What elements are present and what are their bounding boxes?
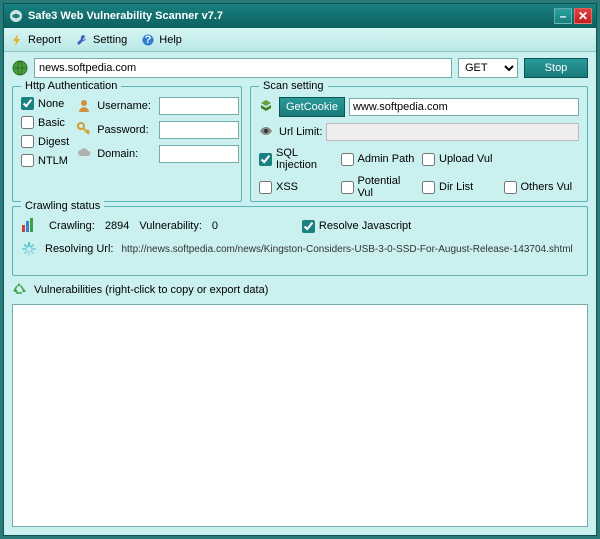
report-label: Report bbox=[28, 34, 61, 46]
basic-checkbox[interactable]: Basic bbox=[21, 116, 69, 129]
app-window: Safe3 Web Vulnerability Scanner v7.7 – ✕… bbox=[3, 3, 597, 536]
help-icon: ? bbox=[141, 33, 155, 47]
password-field[interactable] bbox=[159, 121, 239, 139]
cookie-icon bbox=[259, 99, 275, 115]
cookie-input[interactable] bbox=[349, 98, 579, 116]
ntlm-checkbox[interactable]: NTLM bbox=[21, 154, 69, 167]
crawling-status-fieldset: Crawling status Crawling: 2894 Vulnerabi… bbox=[12, 206, 588, 276]
xss-checkbox[interactable]: XSS bbox=[259, 175, 335, 199]
close-button[interactable]: ✕ bbox=[574, 8, 592, 24]
admin-path-checkbox[interactable]: Admin Path bbox=[341, 147, 417, 171]
password-label: Password: bbox=[97, 124, 155, 136]
key-icon bbox=[77, 122, 93, 138]
vulnerability-count: 0 bbox=[212, 220, 252, 232]
report-button[interactable]: Report bbox=[10, 33, 61, 47]
url-row: GET Stop bbox=[12, 58, 588, 78]
stop-button[interactable]: Stop bbox=[524, 58, 588, 78]
recycle-icon bbox=[12, 282, 28, 298]
domain-label: Domain: bbox=[97, 148, 155, 160]
digest-checkbox[interactable]: Digest bbox=[21, 135, 69, 148]
vulnerability-label: Vulnerability: bbox=[139, 220, 202, 232]
urllimit-input[interactable] bbox=[326, 123, 579, 141]
vulnerabilities-header: Vulnerabilities (right-click to copy or … bbox=[12, 282, 588, 298]
username-field[interactable] bbox=[159, 97, 239, 115]
resolving-url: http://news.softpedia.com/news/Kingston-… bbox=[121, 244, 572, 255]
vulnerabilities-label: Vulnerabilities (right-click to copy or … bbox=[34, 284, 268, 296]
http-auth-legend: Http Authentication bbox=[21, 80, 121, 92]
getcookie-button[interactable]: GetCookie bbox=[279, 97, 345, 117]
cloud-icon bbox=[77, 146, 93, 162]
url-input[interactable] bbox=[34, 58, 452, 78]
globe-icon bbox=[12, 60, 28, 76]
upload-vul-checkbox[interactable]: Upload Vul bbox=[422, 147, 498, 171]
minimize-button[interactable]: – bbox=[554, 8, 572, 24]
resolving-label: Resolving Url: bbox=[45, 243, 113, 255]
app-icon bbox=[8, 8, 24, 24]
crawling-count: 2894 bbox=[105, 220, 129, 232]
vulnerabilities-list[interactable] bbox=[12, 304, 588, 527]
wrench-icon bbox=[75, 33, 89, 47]
scan-legend: Scan setting bbox=[259, 80, 328, 92]
setting-button[interactable]: Setting bbox=[75, 33, 127, 47]
urllimit-label: Url Limit: bbox=[279, 126, 322, 138]
help-button[interactable]: ? Help bbox=[141, 33, 182, 47]
lightning-icon bbox=[10, 33, 24, 47]
spinner-icon bbox=[21, 241, 37, 257]
crawling-label: Crawling: bbox=[49, 220, 95, 232]
username-label: Username: bbox=[97, 100, 155, 112]
resolve-js-checkbox[interactable]: Resolve Javascript bbox=[302, 220, 411, 233]
bars-icon bbox=[21, 217, 39, 235]
sql-injection-checkbox[interactable]: SQL Injection bbox=[259, 147, 335, 171]
toolbar: Report Setting ? Help bbox=[4, 28, 596, 52]
crawl-legend: Crawling status bbox=[21, 200, 104, 212]
setting-label: Setting bbox=[93, 34, 127, 46]
others-vul-checkbox[interactable]: Others Vul bbox=[504, 175, 580, 199]
domain-field[interactable] bbox=[159, 145, 239, 163]
http-auth-fieldset: Http Authentication None Basic Digest NT… bbox=[12, 86, 242, 202]
svg-text:?: ? bbox=[145, 34, 152, 46]
user-icon bbox=[77, 98, 93, 114]
scan-setting-fieldset: Scan setting GetCookie Url Limit: SQL In… bbox=[250, 86, 588, 202]
none-checkbox[interactable]: None bbox=[21, 97, 69, 110]
window-title: Safe3 Web Vulnerability Scanner v7.7 bbox=[28, 10, 554, 22]
method-select[interactable]: GET bbox=[458, 58, 518, 78]
titlebar: Safe3 Web Vulnerability Scanner v7.7 – ✕ bbox=[4, 4, 596, 28]
dir-list-checkbox[interactable]: Dir List bbox=[422, 175, 498, 199]
potential-vul-checkbox[interactable]: Potential Vul bbox=[341, 175, 417, 199]
help-label: Help bbox=[159, 34, 182, 46]
eye-icon bbox=[259, 124, 275, 140]
